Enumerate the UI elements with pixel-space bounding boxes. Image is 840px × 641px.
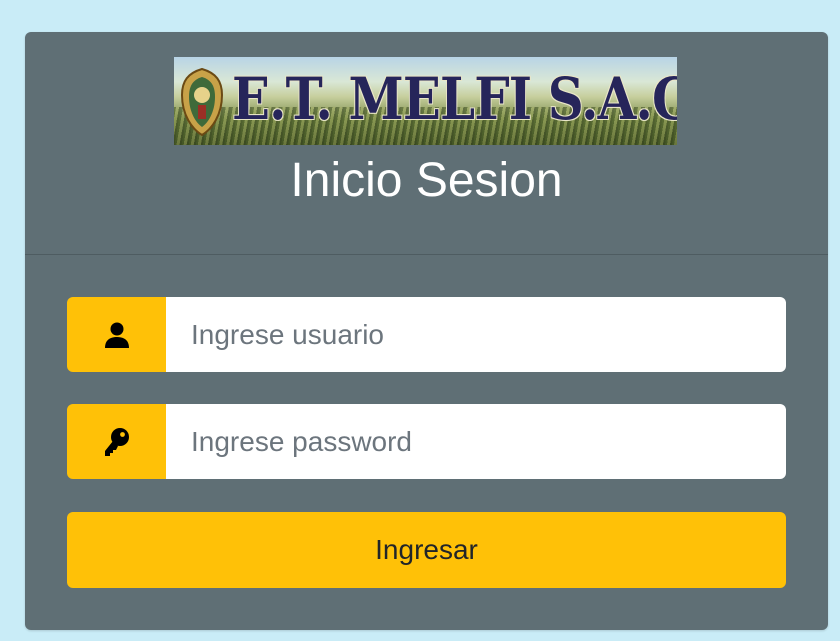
password-addon bbox=[67, 404, 166, 479]
page-title: Inicio Sesion bbox=[290, 154, 563, 207]
logo-text: E.T. MELFI S.A.C. bbox=[232, 65, 677, 133]
login-button[interactable]: Ingresar bbox=[67, 512, 786, 588]
crest-icon bbox=[180, 67, 224, 137]
user-icon bbox=[104, 322, 129, 348]
key-icon bbox=[104, 427, 129, 456]
company-logo: E.T. MELFI S.A.C. bbox=[174, 57, 677, 145]
password-input[interactable] bbox=[166, 404, 786, 479]
username-input-group bbox=[67, 297, 786, 372]
username-input[interactable] bbox=[166, 297, 786, 372]
card-header: E.T. MELFI S.A.C. Inicio Sesion bbox=[25, 32, 828, 255]
login-card: E.T. MELFI S.A.C. Inicio Sesion Ingresar bbox=[25, 32, 828, 630]
username-addon bbox=[67, 297, 166, 372]
password-input-group bbox=[67, 404, 786, 479]
